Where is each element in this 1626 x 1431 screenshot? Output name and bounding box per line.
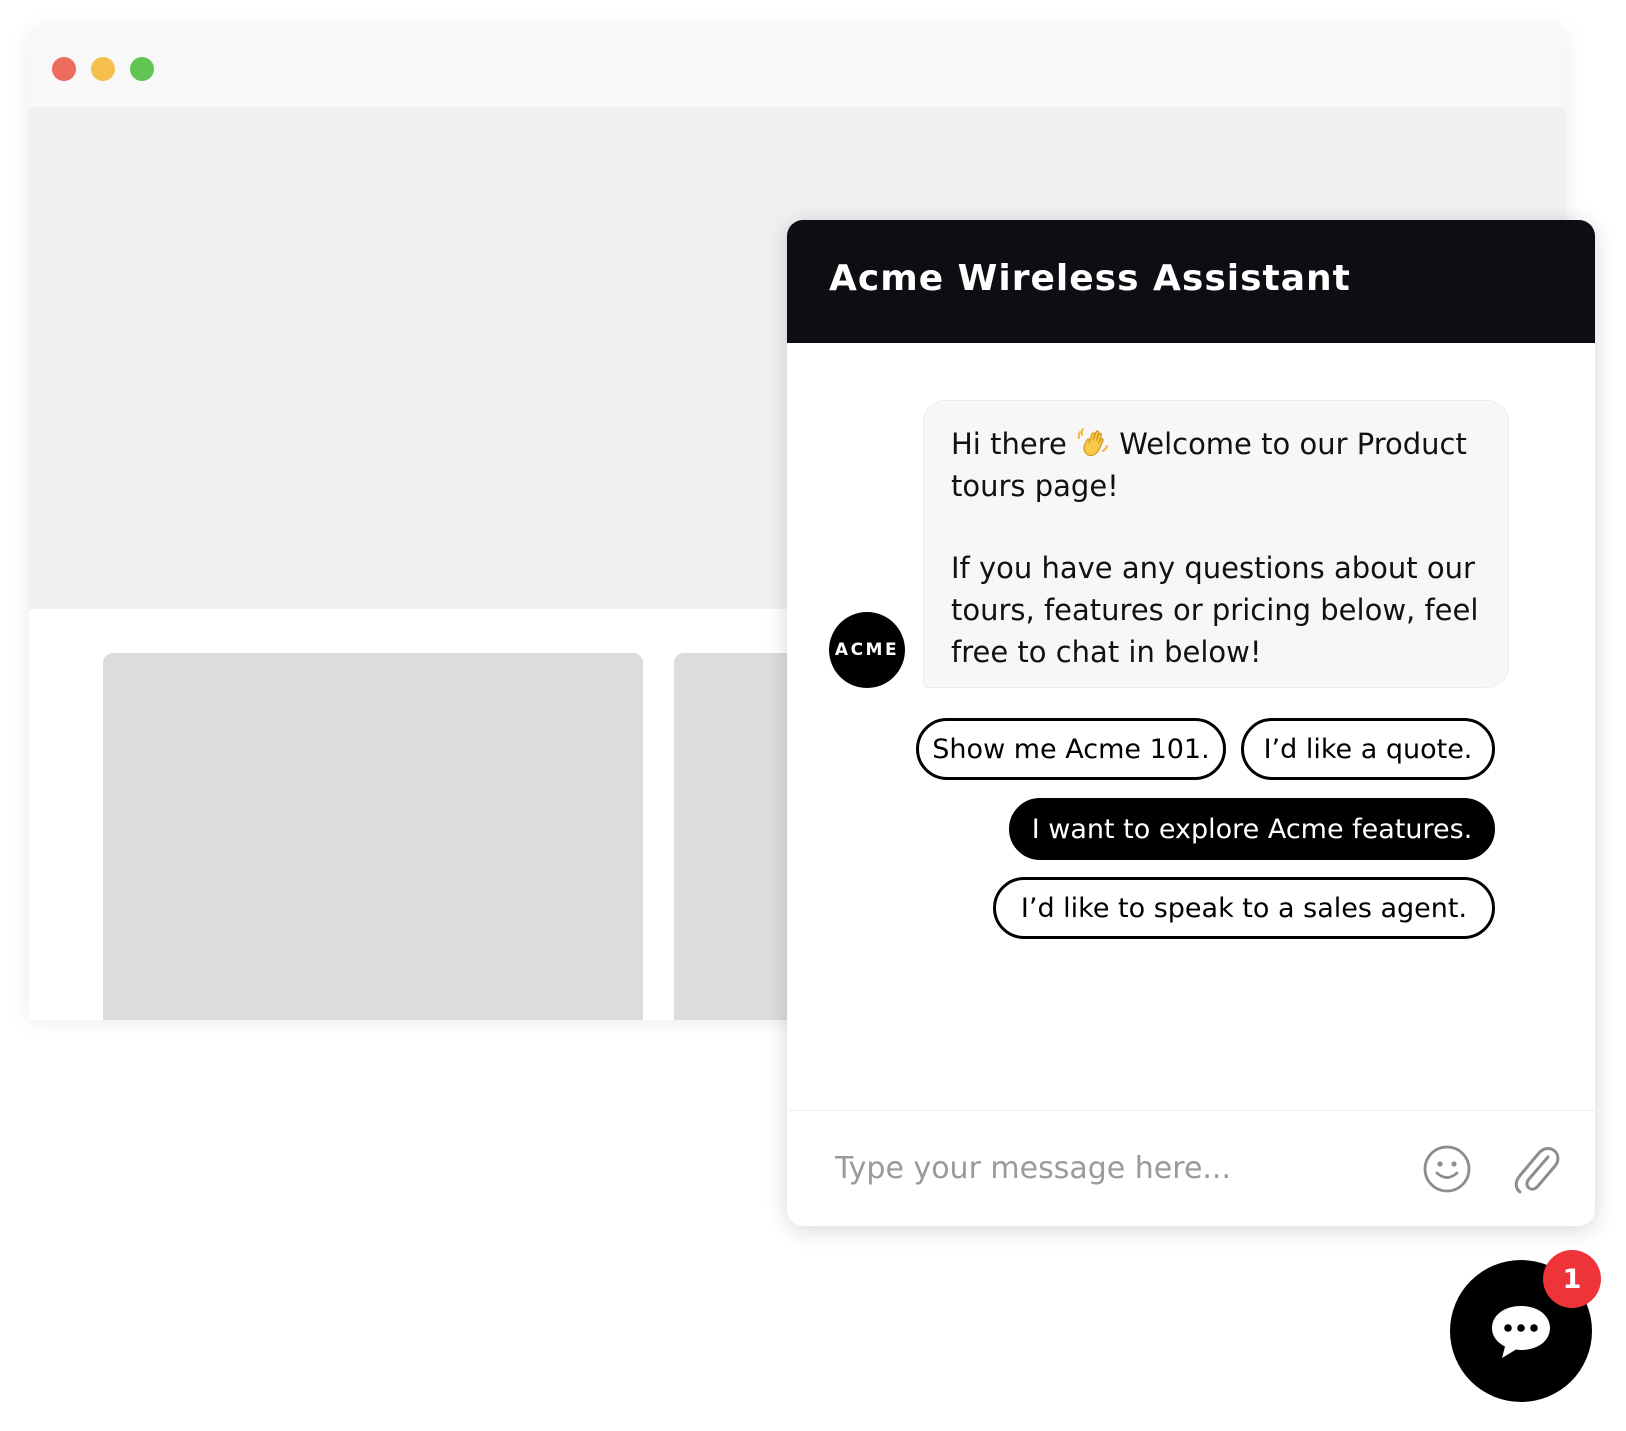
maximize-window-button[interactable]	[130, 57, 154, 81]
unread-count-badge: 1	[1543, 1250, 1601, 1308]
chat-widget: Acme Wireless Assistant Hi there Welcome…	[787, 220, 1595, 1226]
message-composer	[787, 1110, 1595, 1226]
chat-header: Acme Wireless Assistant	[787, 220, 1595, 343]
browser-titlebar	[29, 27, 1566, 107]
bot-avatar: ACME	[829, 612, 905, 688]
quick-reply-quote[interactable]: I’d like a quote.	[1241, 718, 1495, 780]
quick-reply-explore-features[interactable]: I want to explore Acme features.	[1009, 798, 1495, 860]
paperclip-icon	[1514, 1146, 1560, 1194]
waving-hand-icon	[1076, 425, 1110, 459]
minimize-window-button[interactable]	[91, 57, 115, 81]
message-input[interactable]	[835, 1141, 1375, 1195]
chat-bubble-icon	[1492, 1306, 1550, 1358]
message-paragraph: Hi there Welcome to our Product tours pa…	[951, 423, 1488, 507]
emoji-button[interactable]	[1420, 1142, 1474, 1196]
quick-reply-acme-101[interactable]: Show me Acme 101.	[916, 718, 1226, 780]
bot-message-bubble: Hi there Welcome to our Product tours pa…	[923, 400, 1509, 688]
attach-button[interactable]	[1509, 1142, 1563, 1196]
message-paragraph: If you have any questions about our tour…	[951, 551, 1479, 669]
message-greeting: Hi there	[951, 427, 1077, 461]
quick-reply-sales-agent[interactable]: I’d like to speak to a sales agent.	[993, 877, 1495, 939]
content-card-placeholder	[103, 653, 643, 1020]
close-window-button[interactable]	[52, 57, 76, 81]
chat-title: Acme Wireless Assistant	[829, 258, 1351, 299]
smiley-icon	[1423, 1145, 1471, 1193]
